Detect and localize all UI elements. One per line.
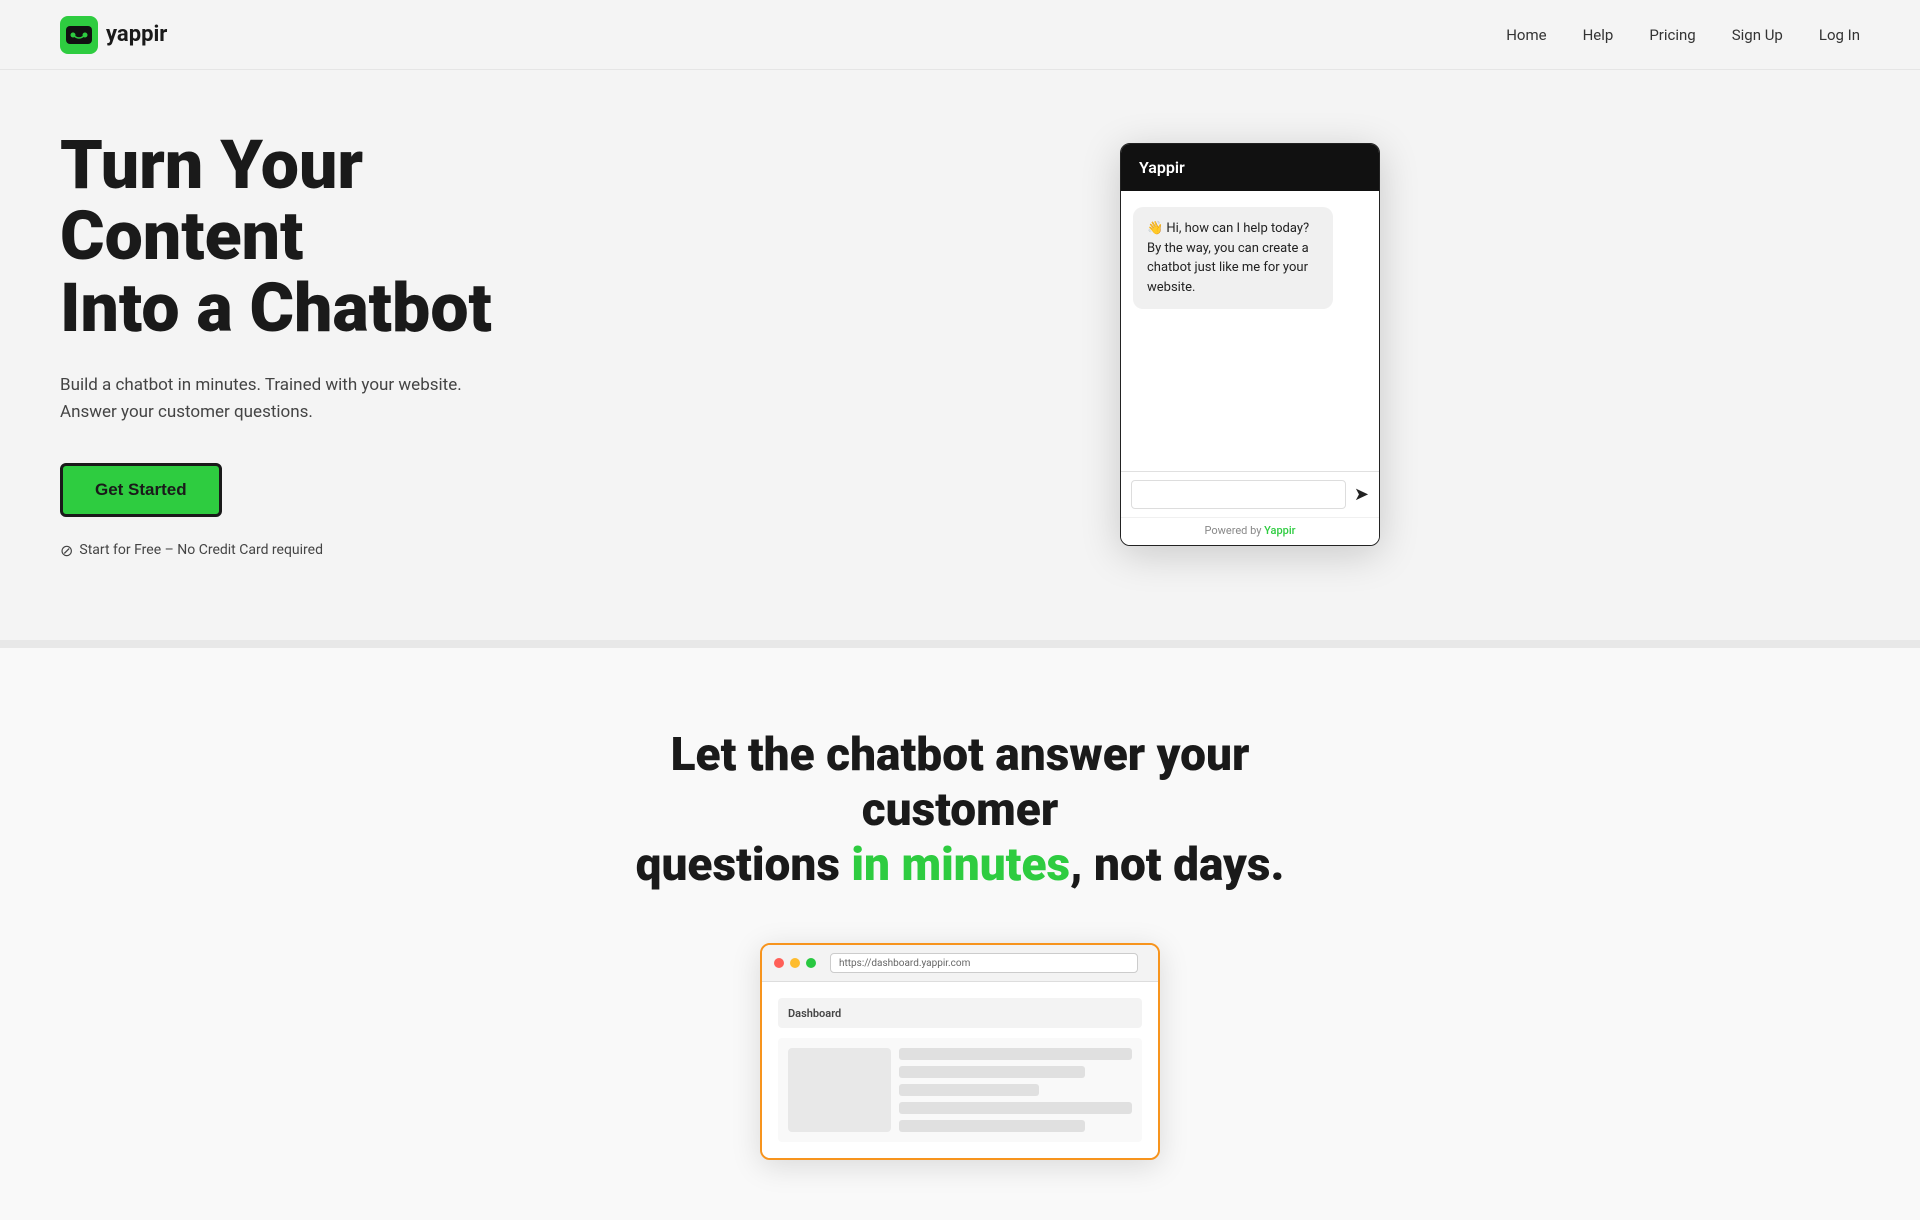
bar-1	[899, 1048, 1132, 1060]
section-divider	[0, 640, 1920, 648]
nav-login[interactable]: Log In	[1819, 26, 1860, 44]
hero-note: ⊘ Start for Free – No Credit Card requir…	[60, 541, 600, 560]
nav-pricing[interactable]: Pricing	[1649, 26, 1695, 44]
chat-bubble: 👋 Hi, how can I help today? By the way, …	[1133, 207, 1333, 309]
hero-title: Turn Your Content Into a Chatbot	[60, 130, 600, 344]
browser-dot-yellow	[790, 958, 800, 968]
browser-main	[899, 1048, 1132, 1132]
chatbot-footer-text: Powered by	[1204, 524, 1264, 537]
bar-4	[899, 1102, 1132, 1114]
nav-links: Home Help Pricing Sign Up Log In	[1506, 25, 1860, 44]
second-section: Let the chatbot answer your customer que…	[0, 648, 1920, 1220]
hero-subtitle-line2: Answer your customer questions.	[60, 402, 313, 422]
check-icon: ⊘	[60, 541, 73, 560]
chatbot-send-button[interactable]: ➤	[1354, 484, 1369, 505]
browser-content: Dashboard	[762, 982, 1158, 1158]
logo-link[interactable]: yappir	[60, 16, 167, 54]
dashboard-text: Dashboard	[788, 1007, 841, 1020]
hero-right: Yappir 👋 Hi, how can I help today? By th…	[640, 143, 1860, 546]
logo-icon	[60, 16, 98, 54]
get-started-button[interactable]: Get Started	[60, 463, 222, 517]
second-title-part1: Let the chatbot answer your customer	[671, 728, 1250, 837]
browser-dot-green	[806, 958, 816, 968]
browser-topbar: https://dashboard.yappir.com	[762, 945, 1158, 982]
hero-note-text: Start for Free – No Credit Card required	[79, 542, 323, 558]
logo-text: yappir	[106, 22, 167, 47]
chatbot-footer: Powered by Yappir	[1121, 517, 1379, 545]
browser-url-text: https://dashboard.yappir.com	[839, 958, 970, 969]
bar-2	[899, 1066, 1085, 1078]
hero-title-line1: Turn Your	[60, 125, 363, 205]
nav-signup[interactable]: Sign Up	[1732, 26, 1783, 44]
browser-mockup-wrapper: https://dashboard.yappir.com Dashboard	[60, 943, 1860, 1160]
browser-sidebar	[788, 1048, 891, 1132]
hero-title-line2: Content	[60, 196, 303, 276]
chatbot-widget: Yappir 👋 Hi, how can I help today? By th…	[1120, 143, 1380, 546]
browser-mockup: https://dashboard.yappir.com Dashboard	[760, 943, 1160, 1160]
second-title-highlight: in minutes	[851, 838, 1070, 892]
hero-subtitle-line1: Build a chatbot in minutes. Trained with…	[60, 375, 462, 395]
chatbot-header: Yappir	[1121, 144, 1379, 191]
bar-5	[899, 1120, 1085, 1132]
nav-home[interactable]: Home	[1506, 26, 1546, 44]
hero-title-line3: Into a Chatbot	[60, 268, 492, 348]
chatbot-body: 👋 Hi, how can I help today? By the way, …	[1121, 191, 1379, 471]
browser-inner-body	[778, 1038, 1142, 1142]
browser-url-bar: https://dashboard.yappir.com	[830, 953, 1138, 973]
hero-left: Turn Your Content Into a Chatbot Build a…	[60, 130, 640, 560]
nav-help[interactable]: Help	[1583, 26, 1614, 44]
second-title: Let the chatbot answer your customer que…	[610, 728, 1310, 894]
hero-subtitle: Build a chatbot in minutes. Trained with…	[60, 372, 600, 426]
second-title-part3: , not days.	[1070, 838, 1284, 892]
browser-dot-red	[774, 958, 784, 968]
second-title-part2: questions	[636, 838, 852, 892]
browser-dashboard-label: Dashboard	[778, 998, 1142, 1028]
hero-section: Turn Your Content Into a Chatbot Build a…	[0, 70, 1920, 640]
chatbot-input-row: ➤	[1121, 471, 1379, 517]
bar-3	[899, 1084, 1039, 1096]
chatbot-input[interactable]	[1131, 480, 1346, 509]
chatbot-footer-link[interactable]: Yappir	[1264, 524, 1295, 537]
navbar: yappir Home Help Pricing Sign Up Log In	[0, 0, 1920, 70]
